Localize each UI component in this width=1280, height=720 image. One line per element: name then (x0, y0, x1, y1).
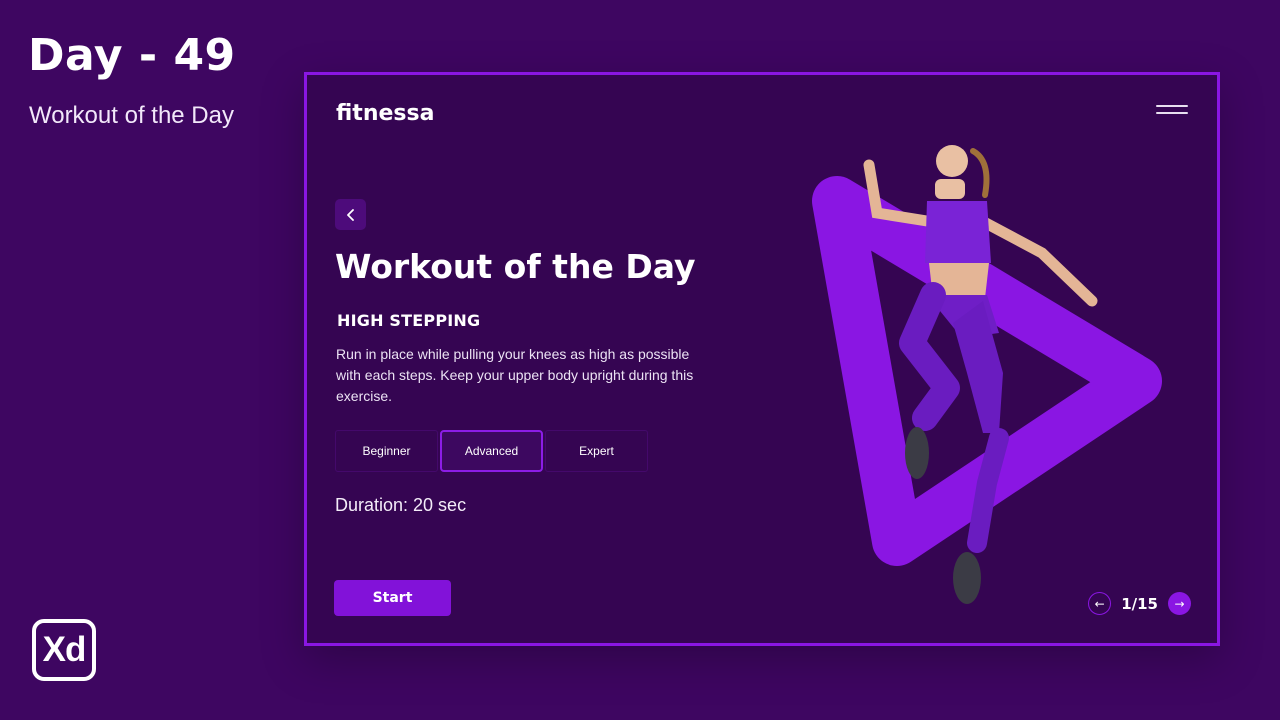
exercise-name: HIGH STEPPING (337, 311, 481, 330)
back-button[interactable] (335, 199, 366, 230)
level-selector: Beginner Advanced Expert (335, 430, 650, 472)
day-title: Day - 49 (28, 30, 236, 81)
level-beginner[interactable]: Beginner (335, 430, 438, 472)
adobe-xd-logo: Xd (32, 619, 96, 681)
level-advanced[interactable]: Advanced (440, 430, 543, 472)
level-expert[interactable]: Expert (545, 430, 648, 472)
brand-logo[interactable]: fitnessa (336, 101, 434, 126)
start-button[interactable]: Start (334, 580, 451, 616)
pager: ← 1/15 → (1088, 592, 1191, 615)
slide-subtitle: Workout of the Day (29, 102, 234, 129)
duration-text: Duration: 20 sec (335, 495, 467, 515)
hero-image (812, 145, 1162, 604)
chevron-left-icon (346, 208, 354, 221)
arrow-right-icon: → (1174, 596, 1185, 611)
prev-arrow-button[interactable]: ← (1088, 592, 1112, 615)
exercise-description: Run in place while pulling your knees as… (336, 346, 694, 404)
page-title: Workout of the Day (335, 247, 696, 286)
app-window: fitnessa Workout of the Day HIGH STEPPIN… (304, 72, 1220, 646)
next-arrow-button[interactable]: → (1168, 592, 1191, 615)
hamburger-menu-icon[interactable] (1156, 105, 1188, 117)
arrow-left-icon: ← (1094, 596, 1105, 611)
page-counter: 1/15 (1121, 594, 1158, 613)
